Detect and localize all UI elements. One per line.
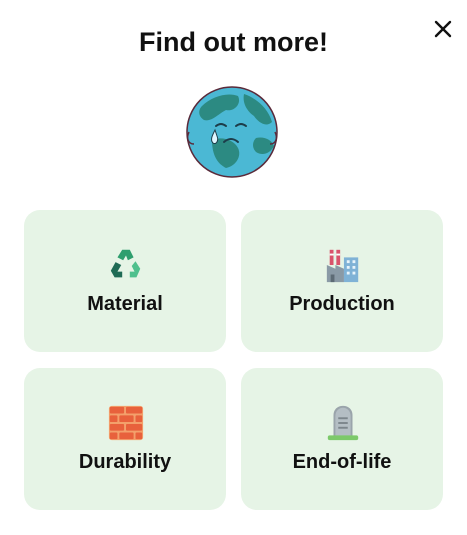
find-out-more-dialog: Find out more! Material Production Durab…	[0, 0, 467, 535]
card-production-label: Production	[289, 293, 395, 315]
brick-icon	[108, 405, 144, 441]
card-durability-label: Durability	[78, 451, 172, 473]
dialog-title: Find out more!	[139, 27, 328, 57]
card-production[interactable]: Production	[241, 210, 443, 352]
card-material[interactable]: Material	[24, 210, 226, 352]
recycle-icon	[110, 249, 141, 278]
card-durability[interactable]: Durability	[24, 368, 226, 510]
card-end-of-life-label: End-of-life	[292, 451, 392, 473]
card-material-label: Material	[87, 293, 163, 315]
crying-earth-icon	[186, 86, 278, 178]
factory-icon	[326, 249, 359, 283]
card-end-of-life[interactable]: End-of-life	[241, 368, 443, 510]
tombstone-icon	[327, 405, 359, 441]
